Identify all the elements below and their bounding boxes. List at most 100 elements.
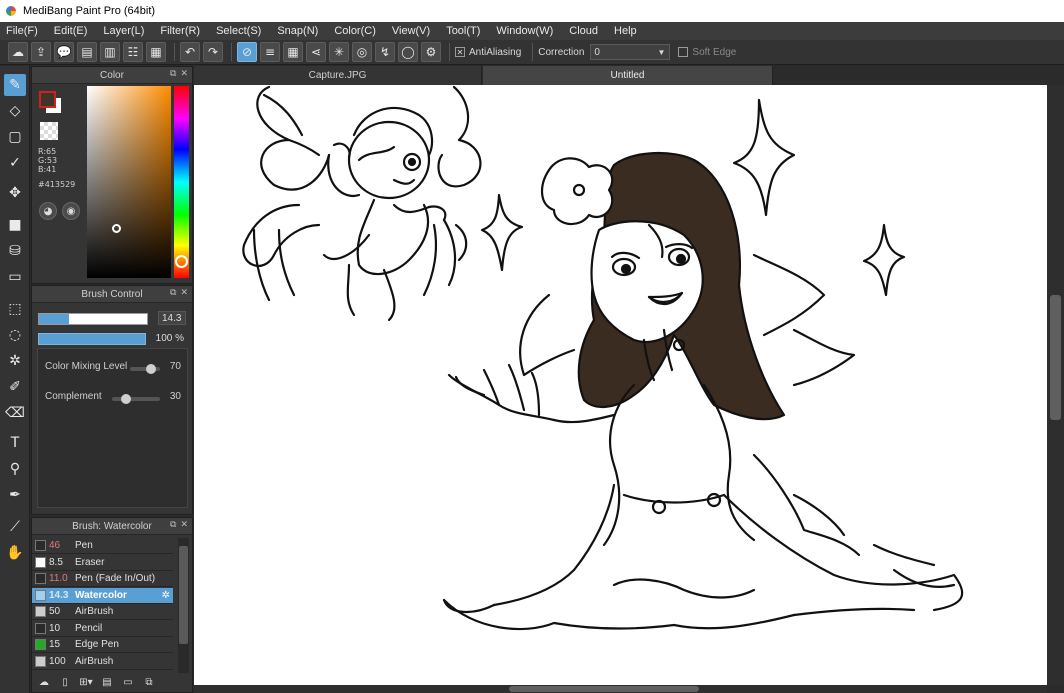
redo-icon[interactable]: ↷ — [203, 42, 223, 62]
crisscross-snap-icon[interactable]: ▦ — [283, 42, 303, 62]
sv-picker-cursor[interactable] — [112, 224, 121, 233]
parallel-snap-icon[interactable]: ≡ — [260, 42, 280, 62]
brush-tool-icon[interactable]: ✎ — [4, 74, 26, 96]
brush-opacity-slider[interactable] — [38, 333, 146, 345]
dot-tool-icon[interactable]: ▢ — [4, 126, 26, 148]
menu-layer[interactable]: Layer(L) — [103, 25, 144, 37]
brush-size-value[interactable]: 14.3 — [158, 311, 186, 325]
app-logo-icon — [6, 6, 16, 16]
menu-color[interactable]: Color(C) — [334, 25, 376, 37]
export-icon[interactable]: ⇪ — [31, 42, 51, 62]
message-icon[interactable]: ▤ — [77, 42, 97, 62]
divide-tool-icon[interactable]: ⚲ — [4, 458, 26, 480]
grid-page-icon[interactable]: ▦ — [146, 42, 166, 62]
gradient-tool-icon[interactable]: ▭ — [4, 266, 26, 288]
brush-size-slider[interactable] — [38, 313, 148, 325]
brush-list-item[interactable]: 8.5 Eraser — [32, 555, 173, 571]
close-icon[interactable]: ✕ — [180, 520, 188, 530]
menu-filter[interactable]: Filter(R) — [160, 25, 200, 37]
menu-cloud[interactable]: Cloud — [569, 25, 598, 37]
vanishing-point-snap-icon[interactable]: ⋖ — [306, 42, 326, 62]
menu-view[interactable]: View(V) — [392, 25, 430, 37]
snap-settings-icon[interactable]: ⚙ — [421, 42, 441, 62]
eraser-tool-icon[interactable]: ◇ — [4, 100, 26, 122]
radial-snap-icon[interactable]: ✳ — [329, 42, 349, 62]
color-picker-icon[interactable]: ◉ — [62, 202, 80, 220]
undo-icon[interactable]: ↶ — [180, 42, 200, 62]
add-brush-icon[interactable]: ⊞▾ — [78, 675, 94, 689]
close-icon[interactable]: ✕ — [180, 288, 188, 298]
new-brush-icon[interactable]: ▯ — [57, 675, 73, 689]
bucket-tool-icon[interactable]: ⛁ — [4, 240, 26, 262]
fill-rect-tool-icon[interactable]: ■ — [4, 214, 26, 236]
brush-size-label: 10 — [49, 622, 61, 634]
color-mixing-thumb[interactable] — [146, 364, 156, 374]
brush-list-item[interactable]: 10 Pencil — [32, 621, 173, 637]
select-pen-tool-icon[interactable]: ✓ — [4, 152, 26, 174]
magic-wand-tool-icon[interactable]: ✲ — [4, 350, 26, 372]
pipette-tool-icon[interactable]: ⟋ — [4, 516, 26, 538]
brush-list-scroll-thumb[interactable] — [179, 546, 188, 644]
page-list-icon[interactable]: ☷ — [123, 42, 143, 62]
page-icon[interactable]: ▥ — [100, 42, 120, 62]
detach-icon[interactable]: ⧉ — [170, 520, 176, 530]
menu-window[interactable]: Window(W) — [496, 25, 553, 37]
close-icon[interactable]: ✕ — [180, 69, 188, 79]
detach-icon[interactable]: ⧉ — [170, 69, 176, 79]
text-tool-icon[interactable]: T — [4, 432, 26, 454]
brush-list-item[interactable]: 50 AirBrush — [32, 604, 173, 620]
comment-icon[interactable]: 💬 — [54, 42, 74, 62]
saturation-value-picker[interactable] — [87, 86, 171, 278]
cloud-icon[interactable]: ☁ — [8, 42, 28, 62]
ellipse-snap-icon[interactable]: ◯ — [398, 42, 418, 62]
hue-slider-cursor[interactable] — [175, 255, 188, 268]
tab-untitled[interactable]: Untitled — [483, 66, 773, 85]
brush-list-item[interactable]: 100 AirBrush — [32, 654, 173, 670]
brush-cloud-icon[interactable]: ☁ — [36, 675, 52, 689]
rect-select-tool-icon[interactable]: ⬚ — [4, 298, 26, 320]
lasso-tool-icon[interactable]: ◌ — [4, 324, 26, 346]
curve-snap-icon[interactable]: ↯ — [375, 42, 395, 62]
brush-settings-icon[interactable]: ▤ — [99, 675, 115, 689]
select-eraser-icon[interactable]: ⌫ — [4, 402, 26, 424]
brush-list-item[interactable]: 46 Pen — [32, 538, 173, 554]
select-pen-icon[interactable]: ✐ — [4, 376, 26, 398]
correction-select[interactable]: 0 ▼ — [590, 44, 671, 60]
brush-list-actions: ☁ ▯ ⊞▾ ▤ ▭ ⧉ — [32, 672, 192, 692]
canvas-vertical-scroll-thumb[interactable] — [1050, 295, 1061, 420]
palette-icon[interactable]: ◕ — [39, 202, 57, 220]
brush-folder-icon[interactable]: ▭ — [120, 675, 136, 689]
transparent-color-swatch[interactable] — [40, 122, 58, 140]
brush-list-item[interactable]: 11.0 Pen (Fade In/Out) — [32, 571, 173, 587]
complement-slider[interactable] — [112, 394, 160, 404]
menu-select[interactable]: Select(S) — [216, 25, 261, 37]
menu-help[interactable]: Help — [614, 25, 637, 37]
foreground-color-swatch[interactable] — [39, 91, 56, 108]
copy-brush-icon[interactable]: ⧉ — [141, 675, 157, 689]
color-mixing-slider[interactable] — [130, 364, 160, 374]
hue-slider[interactable] — [174, 86, 189, 278]
brush-list-item[interactable]: 15 Edge Pen — [32, 637, 173, 653]
soft-edge-checkbox[interactable] — [678, 47, 689, 57]
detach-icon[interactable]: ⧉ — [170, 288, 176, 298]
tab-capture[interactable]: Capture.JPG — [194, 66, 482, 85]
move-tool-icon[interactable]: ✥ — [4, 182, 26, 204]
hand-tool-icon[interactable]: ✋ — [4, 542, 26, 564]
canvas-vertical-scrollbar[interactable] — [1047, 85, 1064, 685]
menu-file[interactable]: File(F) — [6, 25, 38, 37]
brush-settings-icon[interactable]: ✲ — [162, 590, 170, 601]
antialiasing-checkbox[interactable]: ✕ — [455, 47, 465, 57]
canvas-horizontal-scroll-thumb[interactable] — [509, 686, 699, 692]
snap-off-icon[interactable]: ⊘ — [237, 42, 257, 62]
canvas-horizontal-scrollbar[interactable] — [194, 685, 1047, 693]
brush-list-scrollbar[interactable] — [178, 538, 189, 673]
eyedropper-tool-icon[interactable]: ✒ — [4, 484, 26, 506]
menu-tool[interactable]: Tool(T) — [446, 25, 480, 37]
complement-label: Complement — [45, 391, 102, 402]
complement-thumb[interactable] — [121, 394, 132, 404]
brush-list-item[interactable]: 14.3 Watercolor ✲ — [32, 587, 173, 604]
menu-snap[interactable]: Snap(N) — [277, 25, 318, 37]
circle-snap-icon[interactable]: ◎ — [352, 42, 372, 62]
menu-edit[interactable]: Edit(E) — [54, 25, 88, 37]
drawing-canvas[interactable] — [194, 85, 1047, 685]
